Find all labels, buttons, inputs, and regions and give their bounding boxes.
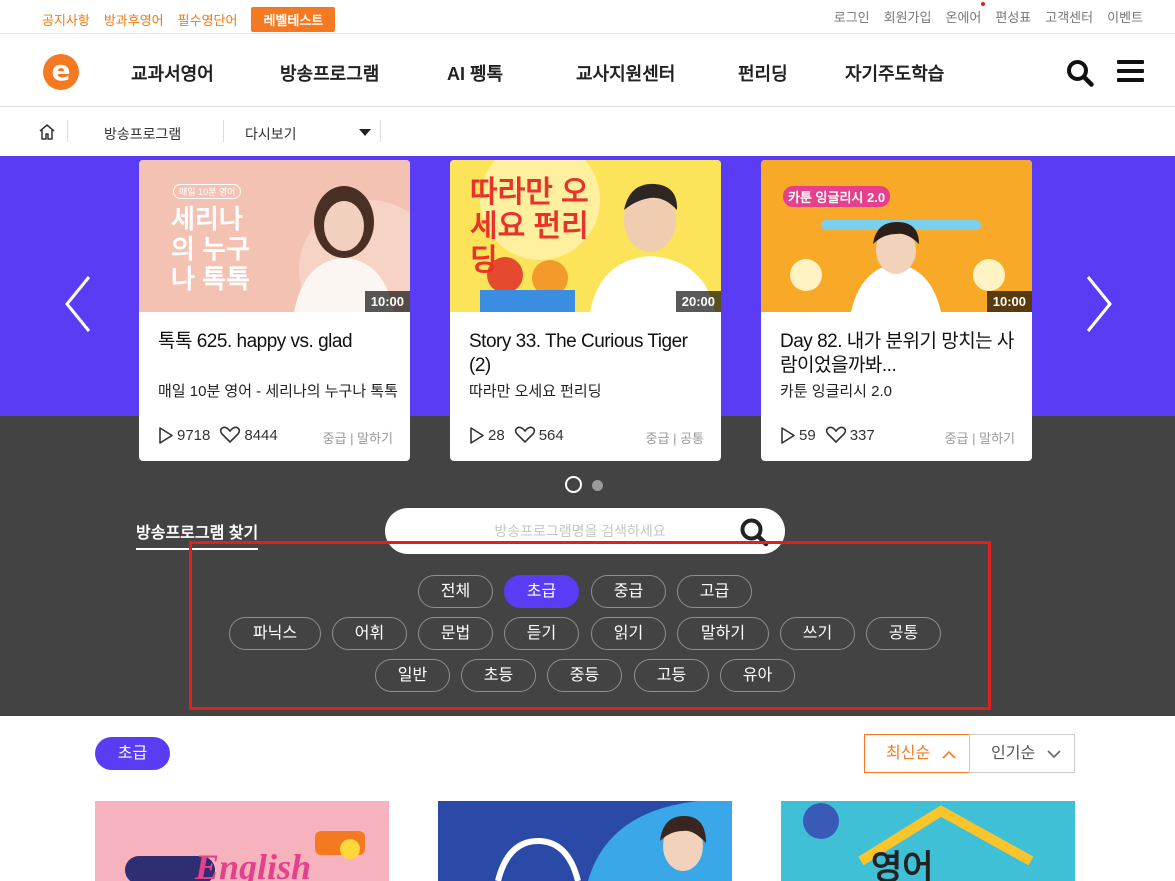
- notice-link[interactable]: 공지사항: [42, 10, 90, 29]
- search-icon[interactable]: [1066, 59, 1094, 87]
- carousel-next-icon[interactable]: [1081, 274, 1115, 334]
- nav-teacher-center[interactable]: 교사지원센터: [576, 60, 675, 86]
- thumb-badge: 매일 10분 영어: [173, 184, 242, 199]
- highlight-box: [189, 541, 991, 710]
- card-thumbnail[interactable]: 매일 10분 영어 세리나의 누구나 톡톡 10:00: [139, 160, 410, 312]
- nav-ai-pengtalk[interactable]: AI 펭톡: [447, 60, 503, 86]
- play-count: 59: [799, 426, 816, 444]
- play-count: 28: [488, 426, 505, 444]
- chevron-up-icon: [942, 750, 956, 759]
- crumb-divider: [223, 120, 224, 142]
- thumbnail-image: 영어: [781, 801, 1075, 881]
- category-tag: 말하기: [979, 431, 1015, 446]
- card-title[interactable]: Story 33. The Curious Tiger (2): [469, 330, 709, 378]
- utility-right: 로그인 회원가입 온에어 편성표 고객센터 이벤트: [820, 2, 1143, 26]
- card-stats: 59 337: [780, 426, 884, 444]
- duration-badge: 20:00: [675, 291, 721, 312]
- nav-fun-reading[interactable]: 펀리딩: [738, 60, 788, 86]
- nav-self-study[interactable]: 자기주도학습: [845, 60, 944, 86]
- signup-link[interactable]: 회원가입: [884, 7, 932, 26]
- like-count: 8444: [244, 426, 278, 444]
- global-nav: e 교과서영어 방송프로그램 AI 펭톡 교사지원센터 펀리딩 자기주도학습: [0, 35, 1175, 107]
- chevron-down-icon: [1047, 750, 1061, 759]
- utility-bar: 공지사항 방과후영어 필수영단어 레벨테스트 로그인 회원가입 온에어 편성표 …: [0, 0, 1175, 34]
- list-item-thumbnail[interactable]: English: [95, 801, 389, 881]
- onair-link[interactable]: 온에어: [945, 2, 986, 26]
- crumb-page[interactable]: 다시보기: [245, 124, 297, 144]
- breadcrumb: 방송프로그램 다시보기: [0, 108, 1175, 156]
- play-count: 9718: [177, 426, 211, 444]
- heart-icon[interactable]: [514, 426, 536, 444]
- support-link[interactable]: 고객센터: [1045, 7, 1093, 26]
- card-tags: 중급 | 말하기: [944, 431, 1015, 446]
- sort-popular-label: 인기순: [991, 745, 1036, 762]
- afterschool-link[interactable]: 방과후영어: [104, 10, 164, 29]
- selected-level-badge: 초급: [95, 737, 170, 770]
- card-thumbnail[interactable]: 따라만 오세요 펀리딩 20:00: [450, 160, 721, 312]
- carousel-dot-active[interactable]: [565, 476, 582, 493]
- hamburger-menu-icon[interactable]: [1117, 60, 1145, 82]
- level-test-button[interactable]: 레벨테스트: [251, 7, 336, 32]
- thumb-title: 세리나의 누구나 톡톡: [171, 204, 250, 294]
- thumbnail-image: [438, 801, 732, 881]
- card-stats: 9718 8444: [158, 426, 287, 444]
- card-thumbnail[interactable]: 카툰 잉글리시 2.0 10:00: [761, 160, 1032, 312]
- onair-label: 온에어: [945, 10, 982, 25]
- like-count: 564: [538, 426, 564, 444]
- crumb-divider: [380, 120, 381, 142]
- card-tags: 중급 | 공통: [645, 431, 704, 446]
- live-dot: [981, 2, 986, 6]
- like-count: 337: [849, 426, 875, 444]
- category-tag: 말하기: [357, 431, 393, 446]
- level-tag: 중급: [645, 431, 670, 446]
- card-subtitle: 카툰 잉글리시 2.0: [780, 383, 892, 400]
- duration-badge: 10:00: [986, 291, 1032, 312]
- play-icon: [781, 426, 795, 444]
- crumb-divider: [67, 120, 68, 142]
- list-item-thumbnail[interactable]: [438, 801, 732, 881]
- program-card[interactable]: 매일 10분 영어 세리나의 누구나 톡톡 10:00 톡톡 625. happ…: [139, 160, 410, 461]
- schedule-link[interactable]: 편성표: [995, 7, 1031, 26]
- card-tags: 중급 | 말하기: [322, 431, 393, 446]
- sort-popular-button[interactable]: 인기순: [969, 734, 1075, 773]
- event-link[interactable]: 이벤트: [1107, 7, 1143, 26]
- play-icon: [470, 426, 484, 444]
- utility-left: 공지사항 방과후영어 필수영단어 레벨테스트: [42, 7, 349, 32]
- ebs-logo[interactable]: e: [43, 54, 79, 90]
- home-icon[interactable]: [38, 123, 56, 141]
- program-card[interactable]: 카툰 잉글리시 2.0 10:00 Day 82. 내가 분위기 망치는 사람이…: [761, 160, 1032, 461]
- heart-icon[interactable]: [219, 426, 241, 444]
- crumb-dropdown-icon[interactable]: [359, 129, 371, 136]
- heart-icon[interactable]: [825, 426, 847, 444]
- card-subtitle: 매일 10분 영어 - 세리나의 누구나 톡톡: [158, 383, 398, 400]
- nav-textbook-english[interactable]: 교과서영어: [131, 60, 214, 86]
- sort-latest-label: 최신순: [886, 745, 931, 762]
- thumbnail-image: English: [95, 801, 389, 881]
- thumb-title: 카툰 잉글리시 2.0: [783, 186, 891, 207]
- card-subtitle: 따라만 오세요 펀리딩: [469, 383, 602, 400]
- sort-latest-button[interactable]: 최신순: [864, 734, 970, 773]
- card-title[interactable]: 톡톡 625. happy vs. glad: [158, 330, 398, 354]
- nav-broadcast[interactable]: 방송프로그램: [280, 60, 379, 86]
- carousel-prev-icon[interactable]: [62, 274, 96, 334]
- crumb-section[interactable]: 방송프로그램: [104, 124, 181, 144]
- program-card[interactable]: 따라만 오세요 펀리딩 20:00 Story 33. The Curious …: [450, 160, 721, 461]
- thumbnail-image: [761, 160, 1032, 312]
- vocab-link[interactable]: 필수영단어: [178, 10, 238, 29]
- thumb-title: 따라만 오세요 펀리딩: [470, 176, 589, 277]
- carousel-dot[interactable]: [592, 480, 603, 491]
- svg-text:English: English: [194, 847, 311, 881]
- level-tag: 중급: [322, 431, 347, 446]
- login-link[interactable]: 로그인: [834, 7, 870, 26]
- play-icon: [159, 426, 173, 444]
- card-stats: 28 564: [469, 426, 573, 444]
- svg-text:영어: 영어: [871, 848, 934, 881]
- category-tag: 공통: [680, 431, 704, 446]
- card-title[interactable]: Day 82. 내가 분위기 망치는 사람이었을까봐...: [780, 330, 1020, 378]
- list-item-thumbnail[interactable]: 영어: [781, 801, 1075, 881]
- level-tag: 중급: [944, 431, 969, 446]
- duration-badge: 10:00: [364, 291, 410, 312]
